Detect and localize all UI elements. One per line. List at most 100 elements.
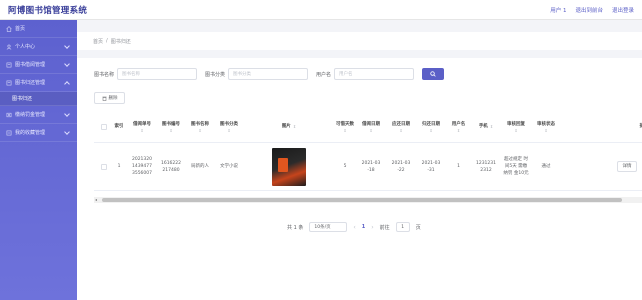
sort-icon: ⇕ [343,127,347,133]
page-size-select[interactable]: 10条/页 [309,222,348,232]
table-row: 1 2021320 1439477 3556007 1616222 217480… [94,143,642,191]
sort-icon: ⇕ [489,124,494,129]
book-icon [6,62,12,67]
logout-link[interactable]: 退出登录 [612,6,634,14]
breadcrumb-home[interactable]: 首页 [93,38,103,45]
reply-cell: 超过规定 时间5天 需缴纳罚 金10元 [503,157,529,176]
sidebar-item-profile[interactable]: 个人中心 [0,38,77,56]
detail-button-label: 详情 [622,164,632,169]
chevron-up-icon [64,81,70,87]
sidebar-item-label: 图书归还管理 [15,80,46,86]
sidebar-item-label: 缴纳罚金管理 [15,112,46,118]
column-header[interactable]: 借阅单号 ⇕ [128,111,156,142]
chevron-down-icon [64,43,70,49]
sidebar-item-favorites[interactable]: 我的收藏管理 [0,124,77,142]
select-all-cell [98,111,110,142]
sort-icon: ⇕ [544,127,548,133]
breadcrumb-separator: / [106,38,108,44]
pagination: 共 1 条 10条/页 ‹ 1 › 前往 1 页 [287,222,421,232]
book-cover-image [272,147,306,186]
sidebar-item-borrow[interactable]: 图书借阅管理 [0,56,77,74]
sort-icon: ⇕ [429,127,433,133]
column-header[interactable]: 用户名 ⇕ [446,111,471,142]
user-icon [6,44,12,50]
book-no-cell: 1616222 217480 [160,160,182,173]
sidebar-item-label: 首页 [15,26,26,32]
sort-icon: ⇕ [456,127,461,133]
return-date-cell: 2021-03 -31 [421,160,441,173]
column-header[interactable]: 审核状态 ⇕ [531,111,561,142]
sort-icon: ⇕ [514,127,518,133]
top-actions: 用户 1 退出到前台 退出登录 [550,6,634,14]
column-header[interactable]: 图书编号 ⇕ [156,111,186,142]
delete-button-label: 删除 [108,96,118,101]
book-icon [6,80,12,85]
due-date-cell: 2021-03 -22 [391,160,411,173]
cover-cell [244,143,334,190]
next-page-icon[interactable]: › [371,224,373,231]
main-content: 首页 / 图书归还 图书名称 图书名称 图书分类 图书分类 用户名 用户名 删除… [77,20,642,300]
sidebar-item-label: 图书借阅管理 [15,62,46,68]
filter-label-book-name: 图书名称 [94,71,115,78]
sort-icon: ⇕ [369,127,373,133]
page-number[interactable]: 1 [362,224,365,230]
category-input[interactable]: 图书分类 [228,68,309,80]
column-header[interactable]: 手机 ⇕ [471,111,501,142]
scroll-left-icon[interactable]: ◂ [95,198,97,202]
page-suffix: 页 [415,224,421,231]
filter-bar: 图书名称 图书名称 图书分类 图书分类 用户名 用户名 [94,68,445,80]
scrollbar-thumb[interactable] [102,198,622,202]
filter-label-category: 图书分类 [205,71,226,78]
sort-icon: ⇕ [169,127,173,133]
back-to-frontend-link[interactable]: 退出到前台 [575,6,603,14]
column-header[interactable]: 图书名称 ⇕ [186,111,214,142]
row-select-cell [98,143,110,190]
column-header[interactable]: 图片 ⇕ [244,111,334,142]
chevron-down-icon [64,129,70,135]
horizontal-scrollbar[interactable]: ◂ [94,197,642,203]
column-header[interactable]: 归还日期 ⇕ [416,111,446,142]
search-button[interactable] [422,68,445,80]
username-input[interactable]: 用户名 [334,68,415,80]
book-name-input[interactable]: 图书名称 [117,68,198,80]
days-cell: 5 [343,164,347,169]
sort-icon: ⇕ [198,127,202,133]
delete-button[interactable]: 删除 [94,92,125,104]
category-cell: 文学小说 [220,164,238,169]
column-header: 索引 [114,124,124,129]
table-header: 索引 借阅单号 ⇕ 图书编号 ⇕ 图书名称 ⇕ 图书分类 ⇕ 图片 ⇕ 可借天数 ⇕ 借阅日… [94,111,642,143]
content-panel: 图书名称 图书名称 图书分类 图书分类 用户名 用户名 删除 索引 借阅单号 ⇕ … [77,58,642,300]
column-header[interactable]: 图书分类 ⇕ [214,111,244,142]
column-header[interactable]: 审核回复 ⇕ [501,111,531,142]
breadcrumb-current: 图书归还 [110,38,131,45]
book-name-cell: 局新的人 [191,164,209,169]
sidebar-item-fines[interactable]: 缴纳罚金管理 [0,106,77,124]
sidebar-subitem-return[interactable]: 图书归还 [0,92,77,106]
trash-icon [102,96,106,101]
pagination-total: 共 1 条 [287,224,304,231]
order-no-cell: 2021320 1439477 3556007 [131,157,153,176]
search-icon [430,71,436,77]
sidebar-item-home[interactable]: 首页 [0,20,77,38]
detail-button[interactable]: 详情 [617,161,637,172]
top-bar: 阿博图书馆管理系统 用户 1 退出到前台 退出登录 [0,0,642,20]
prev-page-icon[interactable]: ‹ [353,224,355,231]
actions-cell: 详情 [612,143,642,190]
column-header[interactable]: 借阅日期 ⇕ [356,111,386,142]
sidebar-item-return[interactable]: 图书归还管理 [0,74,77,92]
filter-label-username: 用户名 [316,71,332,78]
phone-cell: 1231231 2312 [475,160,497,173]
sort-icon: ⇕ [292,124,297,129]
sort-icon: ⇕ [227,127,231,133]
home-icon [6,25,12,32]
user-menu-link[interactable]: 用户 1 [550,6,566,14]
select-all-checkbox[interactable] [101,123,107,130]
column-header[interactable]: 应还日期 ⇕ [386,111,416,142]
row-checkbox[interactable] [101,163,107,170]
app-title: 阿博图书馆管理系统 [8,6,88,16]
column-header[interactable]: 可借天数 ⇕ [334,111,356,142]
star-icon [6,130,12,135]
sort-icon: ⇕ [399,127,403,133]
goto-page-input[interactable]: 1 [395,222,410,232]
status-cell: 通过 [541,164,551,169]
